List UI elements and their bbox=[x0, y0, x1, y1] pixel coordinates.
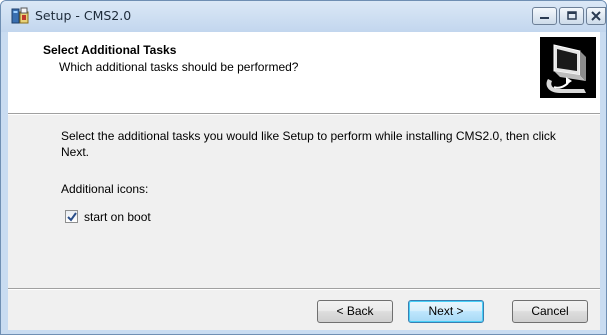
cancel-button[interactable]: Cancel bbox=[512, 300, 588, 323]
additional-icons-label: Additional icons: bbox=[61, 182, 149, 196]
next-button[interactable]: Next > bbox=[408, 300, 484, 323]
checkmark-icon bbox=[67, 212, 77, 222]
page-title: Select Additional Tasks bbox=[43, 43, 177, 57]
computer-install-icon bbox=[540, 37, 596, 98]
start-on-boot-checkbox[interactable] bbox=[65, 210, 78, 223]
wizard-client-area: Select Additional Tasks Which additional… bbox=[8, 32, 600, 330]
close-button[interactable] bbox=[586, 7, 606, 25]
title-bar[interactable]: Setup - CMS2.0 bbox=[1, 1, 606, 32]
back-button[interactable]: < Back bbox=[317, 300, 393, 323]
minimize-icon bbox=[540, 17, 549, 19]
page-subtitle: Which additional tasks should be perform… bbox=[59, 60, 299, 74]
wizard-header: Select Additional Tasks Which additional… bbox=[8, 32, 600, 113]
setup-installer-icon bbox=[11, 7, 29, 25]
setup-window: Setup - CMS2.0 Select Additional Tasks W… bbox=[0, 0, 607, 335]
window-title: Setup - CMS2.0 bbox=[35, 8, 132, 23]
maximize-icon bbox=[567, 11, 577, 20]
start-on-boot-label[interactable]: start on boot bbox=[84, 210, 151, 224]
instructions-text: Select the additional tasks you would li… bbox=[61, 129, 556, 159]
close-icon bbox=[591, 11, 601, 21]
maximize-button[interactable] bbox=[559, 7, 584, 25]
minimize-button[interactable] bbox=[532, 7, 557, 25]
